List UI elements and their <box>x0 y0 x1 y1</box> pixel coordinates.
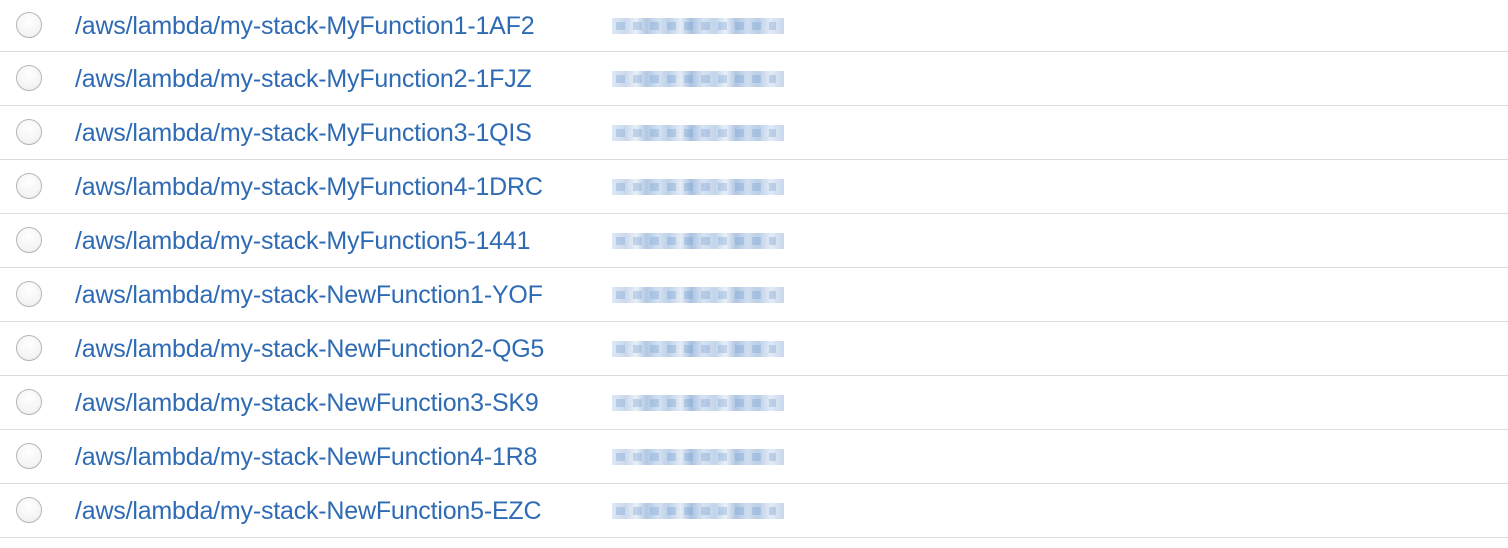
log-group-row: /aws/lambda/my-stack-NewFunction5-EZC <box>0 484 1508 538</box>
log-group-link[interactable]: /aws/lambda/my-stack-NewFunction1-YOF <box>75 280 543 310</box>
row-select-radio[interactable] <box>16 64 42 91</box>
row-select-radio[interactable] <box>16 442 42 469</box>
row-select-radio[interactable] <box>16 334 42 361</box>
log-group-link[interactable]: /aws/lambda/my-stack-MyFunction2-1FJZ <box>75 64 532 94</box>
redacted-suffix <box>612 56 808 101</box>
log-group-link[interactable]: /aws/lambda/my-stack-MyFunction1-1AF2 <box>75 11 535 41</box>
redacted-suffix <box>612 110 808 155</box>
redacted-suffix <box>612 218 808 263</box>
log-group-link[interactable]: /aws/lambda/my-stack-MyFunction3-1QIS <box>75 118 532 148</box>
log-group-row: /aws/lambda/my-stack-MyFunction3-1QIS <box>0 106 1508 160</box>
redacted-suffix <box>612 326 808 371</box>
row-select-radio[interactable] <box>16 11 42 38</box>
log-group-link[interactable]: /aws/lambda/my-stack-MyFunction4-1DRC <box>75 172 543 202</box>
redacted-suffix <box>612 434 808 479</box>
redacted-suffix <box>612 164 808 209</box>
log-group-row: /aws/lambda/my-stack-NewFunction4-1R8 <box>0 430 1508 484</box>
redacted-suffix <box>612 488 808 533</box>
row-select-radio[interactable] <box>16 226 42 253</box>
log-group-row: /aws/lambda/my-stack-MyFunction2-1FJZ <box>0 52 1508 106</box>
log-group-row: /aws/lambda/my-stack-MyFunction1-1AF2 <box>0 0 1508 52</box>
redacted-suffix <box>612 3 808 48</box>
row-select-radio[interactable] <box>16 118 42 145</box>
log-group-row: /aws/lambda/my-stack-MyFunction4-1DRC <box>0 160 1508 214</box>
log-group-row: /aws/lambda/my-stack-NewFunction3-SK9 <box>0 376 1508 430</box>
redacted-suffix <box>612 380 808 425</box>
log-group-link[interactable]: /aws/lambda/my-stack-NewFunction4-1R8 <box>75 442 537 472</box>
log-group-link[interactable]: /aws/lambda/my-stack-NewFunction2-QG5 <box>75 334 544 364</box>
redacted-suffix <box>612 272 808 317</box>
row-select-radio[interactable] <box>16 172 42 199</box>
log-group-row: /aws/lambda/my-stack-NewFunction2-QG5 <box>0 322 1508 376</box>
log-group-list: /aws/lambda/my-stack-MyFunction1-1AF2 /a… <box>0 0 1508 548</box>
row-select-radio[interactable] <box>16 388 42 415</box>
row-select-radio[interactable] <box>16 496 42 523</box>
log-group-link[interactable]: /aws/lambda/my-stack-NewFunction5-EZC <box>75 496 542 526</box>
log-group-link[interactable]: /aws/lambda/my-stack-MyFunction5-1441 <box>75 226 530 256</box>
row-select-radio[interactable] <box>16 280 42 307</box>
log-group-link[interactable]: /aws/lambda/my-stack-NewFunction3-SK9 <box>75 388 539 418</box>
log-group-row: /aws/lambda/my-stack-NewFunction1-YOF <box>0 268 1508 322</box>
log-group-row: /aws/lambda/my-stack-MyFunction5-1441 <box>0 214 1508 268</box>
